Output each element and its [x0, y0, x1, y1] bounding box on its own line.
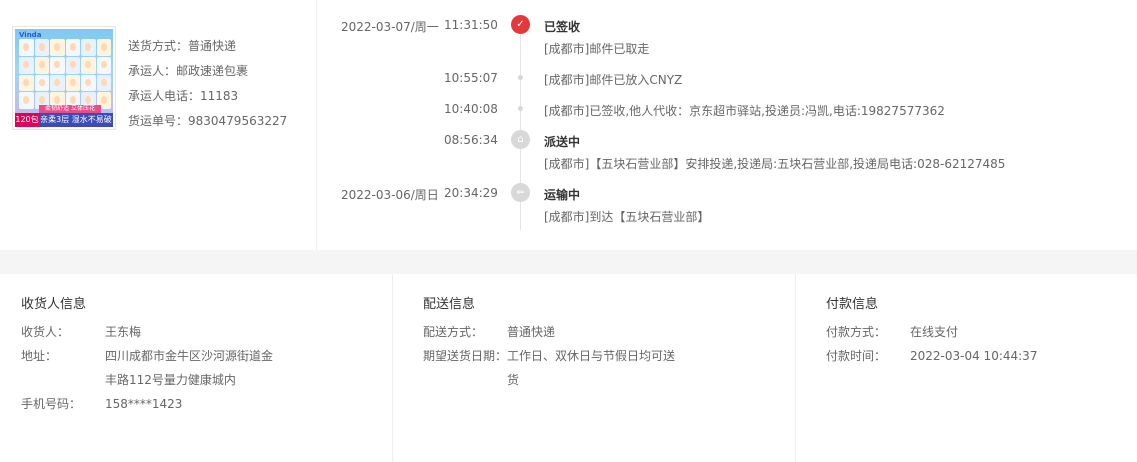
timeline-desc: [成都市]到达【五块石营业部】	[544, 210, 710, 224]
payment-method-label: 付款方式：	[826, 325, 887, 339]
delivery-title: 配送信息	[423, 297, 476, 312]
timeline-date: 2022-03-06/周日	[341, 188, 439, 202]
receiver-address-line1: 四川成都市金牛区沙河源街道金	[105, 349, 274, 363]
receiver-name: 王东梅	[105, 325, 142, 339]
shipment-summary: Vinda 柔韧舒适 立体压花 120包 亲柔3层 湿水不易破 送货方式：普通快…	[0, 0, 317, 250]
timeline-date: 2022-03-07/周一	[341, 20, 439, 34]
receiver-address-line2: 丰路112号量力健康城内	[105, 373, 236, 387]
timeline-time: 11:31:50	[444, 18, 498, 32]
receiver-address-label: 地址：	[21, 349, 58, 363]
timeline-status: 派送中	[544, 135, 581, 149]
timeline-status: 已签收	[544, 20, 581, 34]
timeline-time: 10:40:08	[444, 102, 498, 116]
timeline-desc: [成都市]邮件已取走	[544, 42, 650, 56]
payment-title: 付款信息	[826, 297, 879, 312]
delivery-date-line2: 货	[507, 373, 520, 387]
shipping-info: 送货方式：普通快递 承运人：邮政速递包裹 承运人电话：11183 货运单号：98…	[128, 38, 287, 138]
order-info-panel: 收货人信息 收货人： 王东梅 地址： 四川成都市金牛区沙河源街道金 丰路112号…	[0, 274, 1137, 462]
product-image: Vinda 柔韧舒适 立体压花 120包 亲柔3层 湿水不易破	[15, 29, 113, 127]
timeline-status: 运输中	[544, 188, 581, 202]
timeline-time: 10:55:07	[444, 71, 498, 85]
product-brand: Vinda	[19, 31, 42, 39]
timeline-time: 20:34:29	[444, 186, 498, 200]
check-icon: ✓	[511, 15, 530, 34]
tracking-timeline: 2022-03-07/周一 11:31:50 ✓ 已签收 [成都市]邮件已取走 …	[317, 0, 1137, 250]
timeline-desc: [成都市]邮件已放入CNYZ	[544, 73, 683, 87]
product-thumbnail[interactable]: Vinda 柔韧舒适 立体压花 120包 亲柔3层 湿水不易破	[12, 26, 116, 130]
delivery-method-label: 配送方式：	[423, 325, 484, 339]
timeline-desc: [成都市]已签收,他人代收：京东超市驿站,投递员:冯凯,电话:198275773…	[544, 104, 945, 118]
order-tracking-panel: Vinda 柔韧舒适 立体压花 120包 亲柔3层 湿水不易破 送货方式：普通快…	[0, 0, 1137, 250]
timeline-time: 08:56:34	[444, 133, 498, 147]
delivery-method: 普通快递	[507, 325, 556, 339]
shipping-method: 送货方式：普通快递	[128, 39, 237, 53]
payment-method: 在线支付	[910, 325, 959, 339]
product-strip-top: 柔韧舒适 立体压花	[39, 105, 101, 113]
delivery-date-label: 期望送货日期：	[423, 349, 508, 363]
dot-icon	[518, 75, 523, 80]
payment-time: 2022-03-04 10:44:37	[910, 349, 1038, 363]
receiver-phone-label: 手机号码：	[21, 397, 82, 411]
shipping-carrier-phone: 承运人电话：11183	[128, 89, 239, 103]
product-count-badge: 120包	[15, 113, 39, 127]
payment-info: 付款信息 付款方式： 在线支付 付款时间： 2022-03-04 10:44:3…	[796, 274, 1137, 462]
timeline-desc: [成都市]【五块石营业部】安排投递,投递局:五块石营业部,投递局电话:028-6…	[544, 157, 1006, 171]
receiver-title: 收货人信息	[21, 297, 87, 312]
product-slogan: 亲柔3层 湿水不易破	[39, 113, 113, 127]
truck-icon: ⇐	[511, 183, 530, 202]
delivery-icon: ⌂	[511, 130, 530, 149]
shipping-carrier: 承运人：邮政速递包裹	[128, 64, 249, 78]
receiver-phone: 158****1423	[105, 397, 183, 411]
delivery-date-line1: 工作日、双休日与节假日均可送	[507, 349, 676, 363]
shipping-waybill: 货运单号：9830479563227	[128, 114, 288, 128]
delivery-info: 配送信息 配送方式： 普通快递 期望送货日期： 工作日、双休日与节假日均可送 货	[393, 274, 796, 462]
dot-icon	[518, 106, 523, 111]
receiver-info: 收货人信息 收货人： 王东梅 地址： 四川成都市金牛区沙河源街道金 丰路112号…	[0, 274, 393, 462]
product-packs	[19, 39, 111, 109]
payment-time-label: 付款时间：	[826, 349, 887, 363]
section-divider	[0, 250, 1137, 274]
receiver-name-label: 收货人：	[21, 325, 70, 339]
